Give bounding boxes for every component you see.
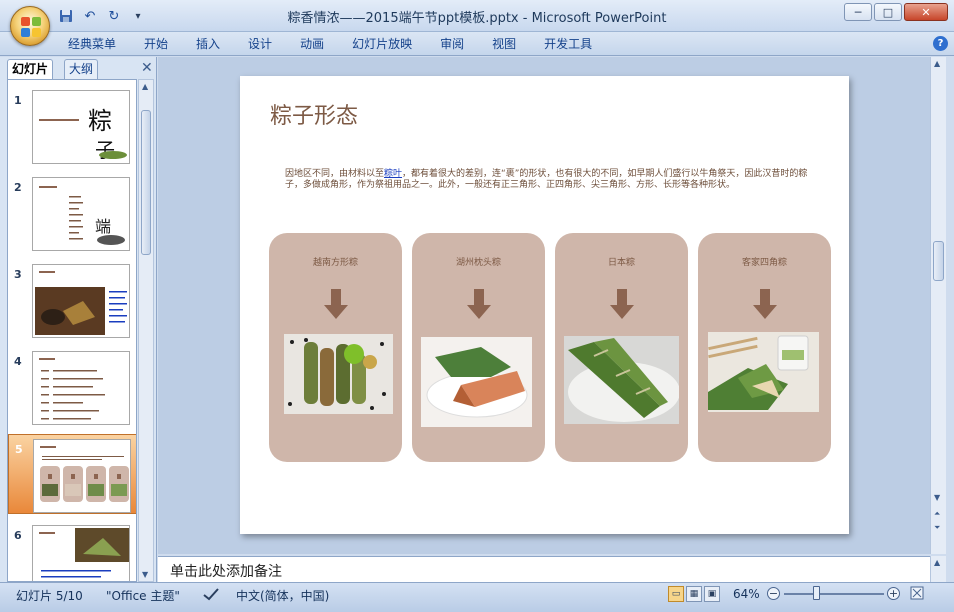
notes-scrollbar[interactable]: ▲ bbox=[930, 556, 946, 582]
slide-editing-area: 粽子形态 因地区不同，由材料以至粽叶，都有着很大的差别，连“裹”的形状，也有很大… bbox=[158, 57, 930, 554]
zoom-in-button[interactable]: + bbox=[887, 587, 900, 600]
zongzi-photo bbox=[708, 332, 819, 412]
notes-placeholder[interactable]: 单击此处添加备注 bbox=[170, 561, 282, 581]
thumbnail-image: 端 bbox=[32, 177, 130, 251]
slide-number: 6 bbox=[14, 529, 22, 542]
tab-home[interactable]: 开始 bbox=[130, 35, 182, 53]
thumbnail-image bbox=[32, 264, 130, 338]
slide-scrollbar[interactable]: ▲ ▼ ⏶ ⏷ bbox=[930, 57, 946, 554]
office-logo-icon bbox=[21, 17, 41, 37]
next-slide-icon[interactable]: ⏷ bbox=[934, 523, 940, 533]
current-slide[interactable]: 粽子形态 因地区不同，由材料以至粽叶，都有着很大的差别，连“裹”的形状，也有很大… bbox=[240, 76, 849, 534]
arrow-down-icon bbox=[323, 289, 348, 319]
scrollbar-thumb[interactable] bbox=[933, 241, 944, 281]
close-button[interactable]: ✕ bbox=[904, 3, 948, 21]
tab-view[interactable]: 视图 bbox=[478, 35, 530, 53]
pane-tabs: 幻灯片 大纲 ✕ bbox=[7, 59, 153, 79]
card-title: 湖州枕头粽 bbox=[455, 258, 501, 268]
scroll-down-icon[interactable]: ▼ bbox=[142, 570, 148, 579]
help-icon[interactable]: ? bbox=[933, 36, 948, 51]
arrow-down-icon bbox=[752, 289, 777, 319]
slide-number: 1 bbox=[14, 94, 22, 107]
tab-design[interactable]: 设计 bbox=[234, 35, 286, 53]
card-title: 客家四角粽 bbox=[741, 258, 787, 268]
office-button[interactable] bbox=[10, 6, 50, 46]
thumbnail-image: 粽 子 bbox=[32, 90, 130, 164]
svg-text:端: 端 bbox=[95, 217, 111, 236]
normal-view-icon[interactable]: ▭ bbox=[668, 586, 684, 602]
scroll-up-icon[interactable]: ▲ bbox=[934, 558, 940, 567]
scroll-down-icon[interactable]: ▼ bbox=[934, 493, 940, 502]
body-text-part1: 因地区不同，由材料以至 bbox=[285, 169, 385, 179]
svg-text:粽: 粽 bbox=[88, 107, 112, 135]
tab-developer[interactable]: 开发工具 bbox=[530, 35, 606, 53]
zoom-slider-track[interactable] bbox=[784, 593, 884, 595]
thumbnails-scrollbar[interactable]: ▲ ▼ bbox=[138, 79, 154, 582]
slide-thumbnails: 1 粽 子 2 端 3 4 5 6 bbox=[7, 79, 137, 582]
slide-thumbnail-4[interactable]: 4 bbox=[8, 347, 136, 427]
zoom-slider-thumb[interactable] bbox=[813, 586, 820, 600]
card-huzhou-zongzi[interactable]: 湖州枕头粽 bbox=[412, 233, 545, 462]
view-buttons: ▭ ▦ ▣ bbox=[668, 586, 720, 602]
zongzi-photo bbox=[284, 334, 393, 414]
tab-outline[interactable]: 大纲 bbox=[64, 59, 99, 79]
body-link[interactable]: 粽叶 bbox=[384, 169, 402, 179]
slide-thumbnail-1[interactable]: 1 粽 子 bbox=[8, 86, 136, 166]
close-pane-icon[interactable]: ✕ bbox=[141, 61, 155, 75]
ribbon: 经典菜单 开始 插入 设计 动画 幻灯片放映 审阅 视图 开发工具 ? bbox=[0, 32, 954, 56]
tab-slides[interactable]: 幻灯片 bbox=[7, 59, 54, 79]
slide-thumbnail-5[interactable]: 5 bbox=[8, 434, 136, 514]
slide-body-text[interactable]: 因地区不同，由材料以至粽叶，都有着很大的差别，连“裹”的形状，也有很大的不同，如… bbox=[285, 169, 820, 191]
slide-number: 3 bbox=[14, 268, 22, 281]
card-japan-zongzi[interactable]: 日本粽 bbox=[555, 233, 688, 462]
slide-counter: 幻灯片 5/10 bbox=[16, 589, 83, 603]
slide-thumbnail-3[interactable]: 3 bbox=[8, 260, 136, 340]
thumbnail-image bbox=[32, 351, 130, 425]
slide-number: 2 bbox=[14, 181, 22, 194]
tab-classic-menu[interactable]: 经典菜单 bbox=[54, 35, 130, 53]
scrollbar-thumb[interactable] bbox=[141, 110, 151, 255]
thumbnail-image bbox=[32, 525, 130, 581]
slideshow-view-icon[interactable]: ▣ bbox=[704, 586, 720, 602]
scroll-up-icon[interactable]: ▲ bbox=[934, 59, 940, 68]
thumbnail-image bbox=[33, 439, 131, 513]
title-bar: ↶ ↻ ▾ 粽香情浓——2015端午节ppt模板.pptx - Microsof… bbox=[0, 0, 954, 46]
ribbon-tabs: 经典菜单 开始 插入 设计 动画 幻灯片放映 审阅 视图 开发工具 bbox=[54, 35, 606, 53]
card-vietnam-zongzi[interactable]: 越南方形粽 bbox=[269, 233, 402, 462]
zongzi-photo bbox=[421, 337, 532, 427]
slide-number: 4 bbox=[14, 355, 22, 368]
slide-sorter-view-icon[interactable]: ▦ bbox=[686, 586, 702, 602]
slide-thumbnail-6[interactable]: 6 bbox=[8, 521, 136, 581]
window-controls: ─ □ ✕ bbox=[844, 3, 948, 21]
zongzi-photo bbox=[564, 336, 679, 424]
card-hakka-zongzi[interactable]: 客家四角粽 bbox=[698, 233, 831, 462]
fit-to-window-icon[interactable] bbox=[910, 586, 924, 603]
status-bar: 幻灯片 5/10 "Office 主题" 中文(简体，中国) ▭ ▦ ▣ 64%… bbox=[0, 582, 954, 612]
theme-name: "Office 主题" bbox=[106, 589, 180, 603]
spell-check-icon[interactable] bbox=[202, 587, 220, 604]
zoom-level[interactable]: 64% bbox=[733, 587, 760, 601]
zoom-out-button[interactable]: − bbox=[767, 587, 780, 600]
scroll-up-icon[interactable]: ▲ bbox=[142, 82, 148, 91]
window-title: 粽香情浓——2015端午节ppt模板.pptx - Microsoft Powe… bbox=[287, 11, 667, 26]
maximize-button[interactable]: □ bbox=[874, 3, 902, 21]
arrow-down-icon bbox=[609, 289, 634, 319]
tab-slideshow[interactable]: 幻灯片放映 bbox=[338, 35, 426, 53]
previous-slide-icon[interactable]: ⏶ bbox=[934, 509, 940, 519]
tab-insert[interactable]: 插入 bbox=[182, 35, 234, 53]
slides-pane: 幻灯片 大纲 ✕ 1 粽 子 2 端 3 4 5 6 ▲ ▼ bbox=[0, 57, 157, 582]
card-title: 日本粽 bbox=[607, 258, 635, 268]
notes-pane[interactable]: 单击此处添加备注 bbox=[158, 556, 930, 582]
tab-review[interactable]: 审阅 bbox=[426, 35, 478, 53]
slide-title[interactable]: 粽子形态 bbox=[270, 98, 358, 130]
tab-animation[interactable]: 动画 bbox=[286, 35, 338, 53]
language-indicator[interactable]: 中文(简体，中国) bbox=[236, 587, 329, 604]
slide-number: 5 bbox=[15, 443, 23, 456]
slide-thumbnail-2[interactable]: 2 端 bbox=[8, 173, 136, 253]
minimize-button[interactable]: ─ bbox=[844, 3, 872, 21]
arrow-down-icon bbox=[466, 289, 491, 319]
card-title: 越南方形粽 bbox=[312, 258, 358, 268]
